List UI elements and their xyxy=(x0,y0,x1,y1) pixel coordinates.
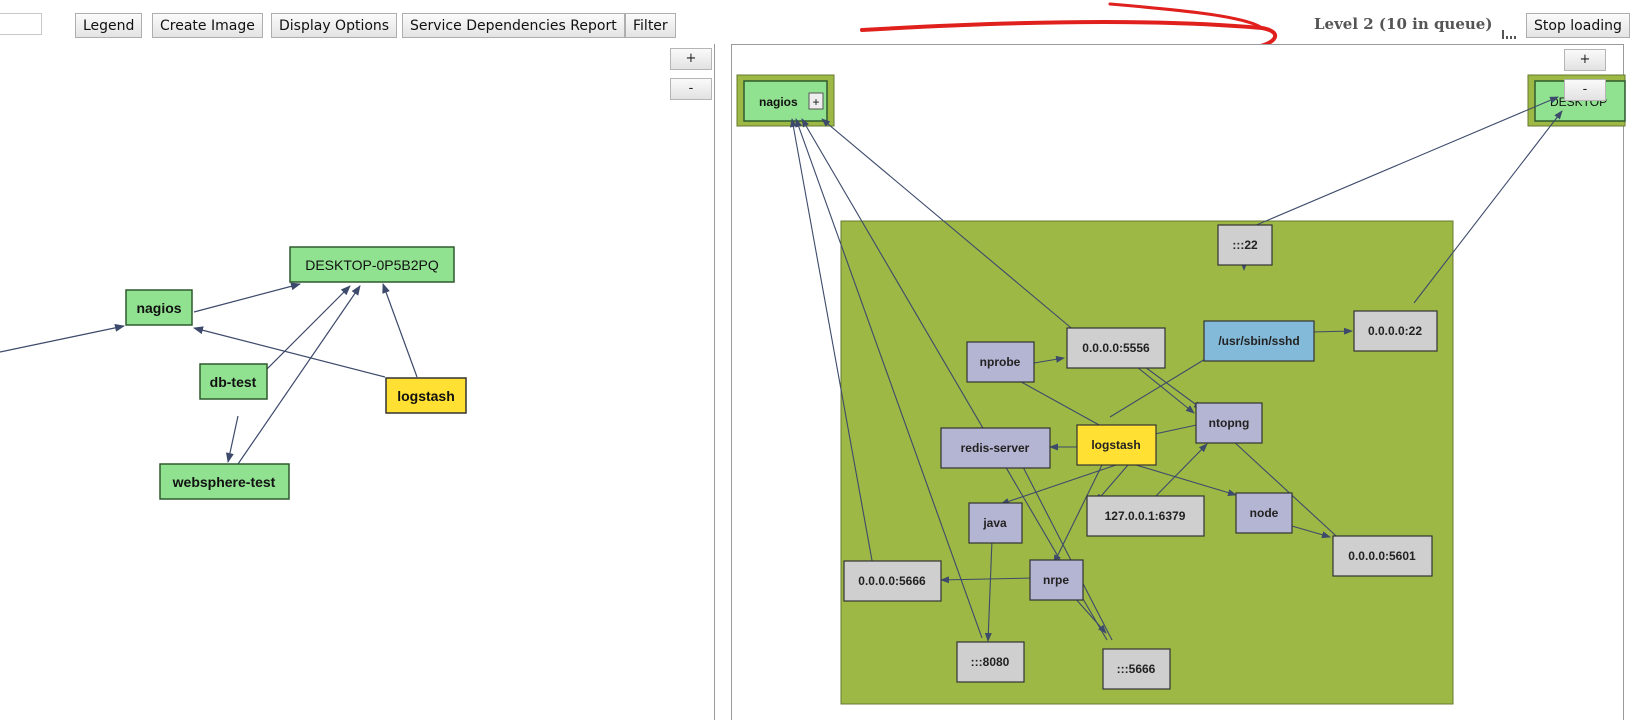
expand-icon: + xyxy=(812,95,819,109)
display-options-button[interactable]: Display Options xyxy=(271,13,398,38)
node-label: :::22 xyxy=(1232,238,1258,252)
right-zoom-out-button[interactable]: - xyxy=(1564,79,1606,101)
loading-status: Level 2 (10 in queue) xyxy=(1314,15,1493,33)
right-graph-pane[interactable]: nagios + DESKTOP:::22 /usr/sbin/sshd 0.… xyxy=(731,44,1626,720)
node-websphere-test[interactable]: websphere-test xyxy=(159,463,290,500)
node-port-22[interactable]: :::22 xyxy=(1217,224,1273,266)
node-label: 0.0.0.0:5666 xyxy=(858,574,926,588)
node-logstash-process[interactable]: logstash xyxy=(1076,424,1157,466)
node-label: 0.0.0.0:5601 xyxy=(1348,549,1416,563)
node-label: 127.0.0.1:6379 xyxy=(1105,509,1186,523)
loading-spinner-icon xyxy=(1502,20,1524,39)
node-label: java xyxy=(982,516,1007,530)
node-label: DESKTOP-0P5B2PQ xyxy=(305,257,439,273)
node-nrpe[interactable]: nrpe xyxy=(1029,559,1084,601)
service-dependencies-report-button[interactable]: Service Dependencies Report xyxy=(402,13,625,38)
create-image-button[interactable]: Create Image xyxy=(152,13,263,38)
node-label: logstash xyxy=(1091,438,1140,452)
node-label: websphere-test xyxy=(172,474,276,490)
node-label: db-test xyxy=(210,374,257,390)
node-addr-5666[interactable]: 0.0.0.0:5666 xyxy=(843,560,942,602)
node-port-5666[interactable]: :::5666 xyxy=(1102,648,1171,690)
search-input[interactable] xyxy=(0,13,42,35)
node-node[interactable]: node xyxy=(1235,492,1293,534)
edge xyxy=(382,283,418,378)
right-zoom-in-button[interactable]: + xyxy=(1564,49,1606,71)
node-label: /usr/sbin/sshd xyxy=(1218,334,1299,348)
node-java[interactable]: java xyxy=(968,502,1023,544)
node-label: :::5666 xyxy=(1117,662,1156,676)
node-addr-22[interactable]: 0.0.0.0:22 xyxy=(1353,310,1438,352)
node-redis-server[interactable]: redis-server xyxy=(940,427,1051,469)
node-nagios-host[interactable]: nagios + xyxy=(736,74,835,127)
left-graph-pane[interactable]: + - DESKTOP-0P5B2PQ nagios db-test logst… xyxy=(0,44,715,720)
edge xyxy=(193,282,301,313)
node-label: redis-server xyxy=(961,441,1030,455)
legend-button[interactable]: Legend xyxy=(75,13,143,38)
filter-button[interactable]: Filter xyxy=(625,13,676,38)
node-addr-5601[interactable]: 0.0.0.0:5601 xyxy=(1332,535,1433,577)
left-dependency-graph: DESKTOP-0P5B2PQ nagios db-test logstash … xyxy=(0,246,467,500)
node-label: logstash xyxy=(397,388,455,404)
node-nprobe[interactable]: nprobe xyxy=(966,341,1035,383)
node-label: 0.0.0.0:22 xyxy=(1368,324,1422,338)
node-nagios[interactable]: nagios xyxy=(125,289,193,326)
node-port-8080[interactable]: :::8080 xyxy=(956,641,1025,683)
node-label: nrpe xyxy=(1043,573,1069,587)
node-label: nagios xyxy=(136,300,181,316)
node-ntopng[interactable]: ntopng xyxy=(1195,402,1263,444)
node-redis-port-6379[interactable]: 127.0.0.1:6379 xyxy=(1086,495,1205,537)
toolbar: Legend Create Image Display Options Serv… xyxy=(0,0,1652,44)
node-addr-5556[interactable]: 0.0.0.0:5556 xyxy=(1066,327,1166,369)
node-label: node xyxy=(1250,506,1279,520)
node-sshd[interactable]: /usr/sbin/sshd xyxy=(1203,320,1315,362)
node-label: ntopng xyxy=(1209,416,1250,430)
node-label: :::8080 xyxy=(971,655,1010,669)
edge xyxy=(226,415,239,463)
node-db-test[interactable]: db-test xyxy=(199,363,268,400)
stop-loading-button[interactable]: Stop loading xyxy=(1526,13,1630,38)
node-desktop[interactable]: DESKTOP-0P5B2PQ xyxy=(289,246,455,283)
edge xyxy=(0,323,125,353)
node-label: 0.0.0.0:5556 xyxy=(1082,341,1150,355)
node-label: nagios xyxy=(759,95,798,109)
node-label: nprobe xyxy=(980,355,1021,369)
node-logstash[interactable]: logstash xyxy=(385,377,467,414)
right-dependency-graph: nagios + DESKTOP:::22 /usr/sbin/sshd 0.… xyxy=(736,74,1626,705)
